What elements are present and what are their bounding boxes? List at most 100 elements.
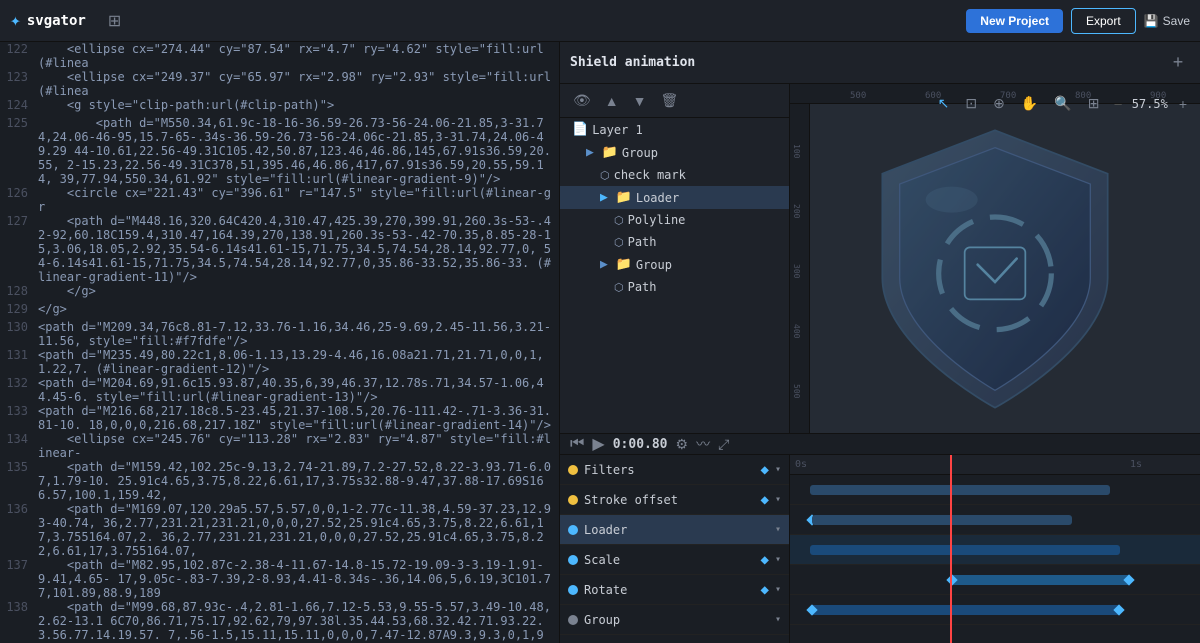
group1-icon: ▶ 📁 (586, 145, 618, 160)
diamond-rotate[interactable]: ◆ (761, 582, 769, 598)
timeline-track: 0s 1s (790, 455, 1200, 643)
anim-controls: ⏮ ▶ 0:00.80 ⚙ 〰 ⤢ (560, 434, 1200, 455)
checkmark-icon: ⬡ (600, 169, 610, 182)
anim-layer-scale: Scale ◆ ▾ (560, 545, 789, 575)
time-display: 0:00.80 (613, 437, 668, 452)
code-line: 135 <path d="M159.42,102.25c-9.13,2.74-2… (0, 460, 559, 502)
animation-panel: ⏮ ▶ 0:00.80 ⚙ 〰 ⤢ Filters ◆ ▾ Stroke off… (560, 433, 1200, 643)
code-line: 138 <path d="M99.68,87.93c-.4,2.81-1.66,… (0, 600, 559, 643)
layers-list: 📄 Layer 1 ▶ 📁 Group ⬡ check mark ▶ 📁 Loa… (560, 118, 789, 433)
loader-icon: ▶ 📁 (600, 190, 632, 205)
polyline-icon: ⬡ (614, 214, 624, 227)
timeline-header: 0s 1s (790, 455, 1200, 475)
layer-item-polyline[interactable]: ⬡ Polyline (560, 209, 789, 231)
code-line: 136 <path d="M169.07,120.29a5.57,5.57,0,… (0, 502, 559, 558)
dropdown-scale[interactable]: ▾ (775, 554, 781, 565)
anim-dot-checkmark (568, 465, 578, 475)
timeline-row-scale (790, 565, 1200, 595)
keyframe-bar-stroke (812, 515, 1072, 525)
layer-item-checkmark[interactable]: ⬡ check mark (560, 164, 789, 186)
new-project-button[interactable]: New Project (966, 9, 1063, 33)
settings-button[interactable]: ⚙ (676, 436, 689, 453)
layer-label-polyline: Polyline (628, 213, 686, 227)
dropdown-checkmark[interactable]: ▾ (775, 464, 781, 475)
ruler-v-300: 300 (792, 264, 801, 278)
anim-layer-loader: Loader ▾ (560, 515, 789, 545)
down-button[interactable]: ▼ (628, 91, 652, 111)
skip-back-button[interactable]: ⏮ (570, 435, 584, 453)
dropdown-group[interactable]: ▾ (775, 614, 781, 625)
shield-container (810, 104, 1180, 433)
timeline-label-1s: 1s (1130, 459, 1142, 470)
layer-item-layer1[interactable]: 📄 Layer 1 (560, 118, 789, 141)
layers-toolbar: 👁 ▲ ▼ 🗑 (560, 84, 789, 118)
code-line: 131<path d="M235.49,80.22c1,8.06-1.13,13… (0, 348, 559, 376)
dropdown-strokeoffset[interactable]: ▾ (775, 494, 781, 505)
anim-layer-rotate: Rotate ◆ ▾ (560, 575, 789, 605)
topbar: ✦ svgator ⊞ New Project Export 💾 Save (0, 0, 1200, 42)
logo-text: svgator (27, 13, 86, 29)
playhead[interactable] (950, 455, 952, 643)
anim-layer-groupscale: Scale ◆ ▾ (560, 635, 789, 643)
ruler-v-200: 200 (792, 204, 801, 218)
layer-label-layer1: Layer 1 (592, 123, 643, 137)
diamond-checkmark[interactable]: ◆ (761, 462, 769, 478)
ruler-v-100: 100 (792, 144, 801, 158)
code-line: 122 <ellipse cx="274.44" cy="87.54" rx="… (0, 42, 559, 70)
layer-item-group1[interactable]: ▶ 📁 Group (560, 141, 789, 164)
save-button[interactable]: 💾 Save (1144, 14, 1190, 28)
layer-label-path1: Path (628, 235, 657, 249)
path2-icon: ⬡ (614, 281, 624, 294)
layers-panel: 👁 ▲ ▼ 🗑 📄 Layer 1 ▶ 📁 Group ⬡ check mark… (560, 84, 790, 433)
anim-timeline: Filters ◆ ▾ Stroke offset ◆ ▾ Loader ▾ S… (560, 455, 1200, 643)
anim-dot-strokeoffset (568, 495, 578, 505)
layers-title: Shield animation (570, 55, 1160, 70)
play-button[interactable]: ▶ (592, 434, 604, 454)
expand-button[interactable]: ⤢ (718, 436, 729, 453)
code-line: 127 <path d="M448.16,320.64C420.4,310.47… (0, 214, 559, 284)
code-line: 126 <circle cx="221.43" cy="396.61" r="1… (0, 186, 559, 214)
anim-dot-scale (568, 555, 578, 565)
timeline-row-group (790, 625, 1200, 643)
diamond-scale[interactable]: ◆ (761, 552, 769, 568)
layer-item-path2[interactable]: ⬡ Path (560, 276, 789, 298)
layer-label-loader: Loader (636, 191, 679, 205)
layer-label-checkmark: check mark (614, 168, 686, 182)
delete-layer-button[interactable]: 🗑 (656, 90, 684, 111)
layer-item-loader[interactable]: ▶ 📁 Loader (560, 186, 789, 209)
dropdown-loader[interactable]: ▾ (775, 524, 781, 535)
anim-layer-name-loader: Loader (584, 523, 769, 537)
group2-icon: ▶ 📁 (600, 257, 632, 272)
anim-dot-loader (568, 525, 578, 535)
middle-area: 👁 ▲ ▼ 🗑 📄 Layer 1 ▶ 📁 Group ⬡ check mark… (560, 84, 1200, 433)
timeline-row-strokeoffset (790, 505, 1200, 535)
ruler-500: 500 (850, 91, 866, 101)
layer-item-group2[interactable]: ▶ 📁 Group (560, 253, 789, 276)
anim-layer-group: Group ▾ (560, 605, 789, 635)
timeline-rows (790, 475, 1200, 643)
layer-label-group2: Group (636, 258, 672, 272)
diamond-strokeoffset[interactable]: ◆ (761, 492, 769, 508)
anim-layer-name-group: Group (584, 613, 769, 627)
eye-button[interactable]: 👁 (568, 90, 596, 111)
save-label: Save (1163, 14, 1190, 28)
wave-button[interactable]: 〰 (696, 434, 710, 454)
export-button[interactable]: Export (1071, 8, 1136, 34)
layer-item-path1[interactable]: ⬡ Path (560, 231, 789, 253)
anim-layer-name-scale: Scale (584, 553, 755, 567)
canvas-area: 500 600 700 800 900 1000 100 200 300 400… (790, 84, 1200, 433)
dropdown-rotate[interactable]: ▾ (775, 584, 781, 595)
app-logo: ✦ svgator (10, 10, 86, 31)
main-area: 122 <ellipse cx="274.44" cy="87.54" rx="… (0, 42, 1200, 643)
layer1-icon: 📄 (572, 122, 588, 137)
save-icon: 💾 (1144, 14, 1159, 28)
timeline-row-filters (790, 475, 1200, 505)
anim-layers-list: Filters ◆ ▾ Stroke offset ◆ ▾ Loader ▾ S… (560, 455, 790, 643)
layer-label-group1: Group (622, 146, 658, 160)
add-layer-button[interactable]: + (1166, 51, 1190, 75)
code-line: 133<path d="M216.68,217.18c8.5-23.45,21.… (0, 404, 559, 432)
code-panel[interactable]: 122 <ellipse cx="274.44" cy="87.54" rx="… (0, 42, 560, 643)
grid-button[interactable]: ⊞ (102, 7, 127, 35)
code-line: 123 <ellipse cx="249.37" cy="65.97" rx="… (0, 70, 559, 98)
up-button[interactable]: ▲ (600, 91, 624, 111)
